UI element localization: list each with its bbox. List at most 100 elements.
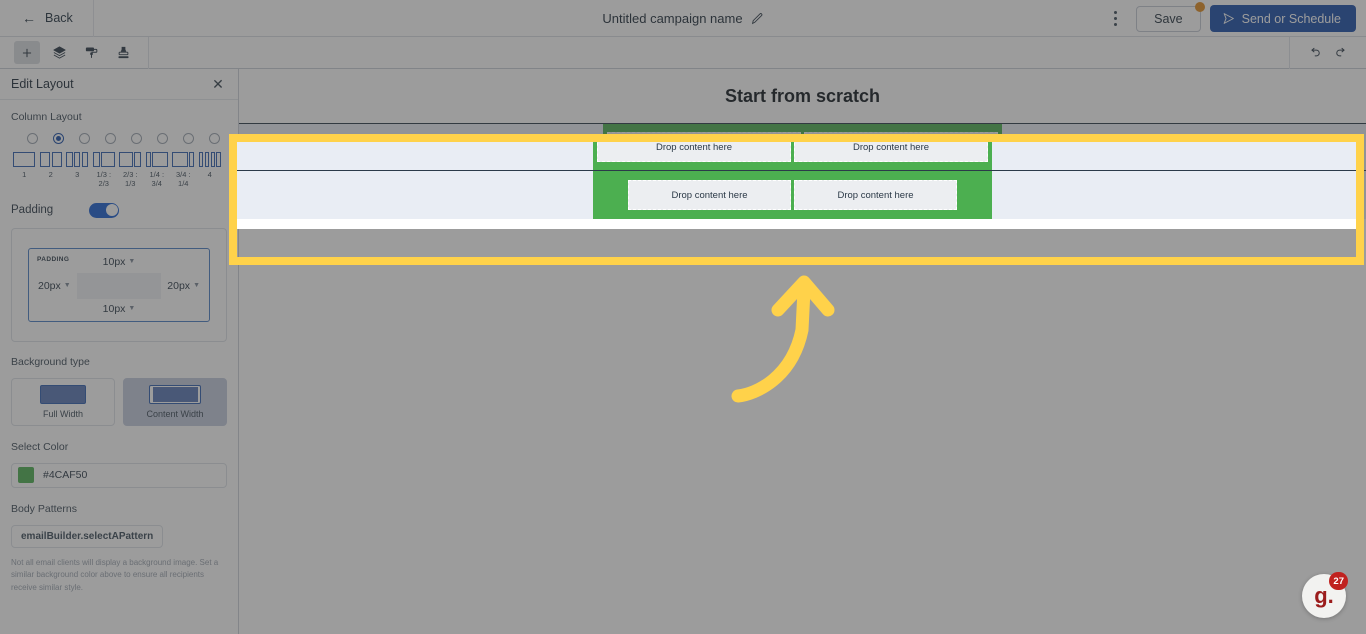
column-layout-thumb[interactable]: [64, 152, 91, 167]
column-layout-label-text: 2: [48, 170, 53, 179]
padding-card: PADDING 10px ▼ 20px ▼ 20px ▼ 10px ▼: [11, 227, 227, 342]
dropzone[interactable]: Drop content here: [804, 180, 967, 210]
column-layout-thumb[interactable]: [91, 152, 118, 167]
column-layout-radio-2[interactable]: [53, 133, 65, 144]
content-width-label: Content Width: [146, 408, 204, 419]
pencil-icon[interactable]: [751, 12, 764, 25]
help-badge-count: 27: [1329, 572, 1348, 590]
column-layout-labels: 1 2 3 1/3 :2/3 2/3 :1/3 1/4 :3/4 3/4 :1/4 4: [11, 170, 227, 189]
column-layout-label-text: 1/4 :3/4: [149, 170, 165, 189]
unsaved-changes-dot: [1194, 1, 1205, 12]
thumb-col: [39, 152, 50, 167]
color-hex-value: #4CAF50: [43, 469, 88, 482]
column-layout-thumb[interactable]: [170, 152, 197, 167]
color-picker-field[interactable]: #4CAF50: [11, 462, 227, 488]
thumb-col: [119, 152, 133, 167]
panel-title: Edit Layout: [11, 77, 74, 91]
thumb-col: [172, 152, 188, 167]
redo-icon[interactable]: [1332, 43, 1352, 63]
layers-button[interactable]: [46, 41, 72, 64]
dropzone[interactable]: Drop content here: [607, 132, 801, 162]
column-layout-radio-1-3-2-3[interactable]: [105, 133, 117, 144]
select-pattern-button[interactable]: emailBuilder.selectAPattern: [11, 524, 164, 548]
thumb-col: [189, 152, 195, 167]
column-layout-label-text: 1: [22, 170, 27, 179]
thumb-col: [210, 152, 215, 167]
dropzone[interactable]: Drop content here: [638, 180, 801, 210]
thumb-col: [216, 152, 221, 167]
column-layout-thumb[interactable]: [38, 152, 65, 167]
canvas-rows: Drop content here Drop content here Drop c…: [239, 123, 1366, 229]
column-layout-radio-4[interactable]: [208, 133, 220, 144]
column-layout-radio-3[interactable]: [79, 133, 91, 144]
send-label: Send or Schedule: [1241, 11, 1341, 26]
paint-roller-button[interactable]: [78, 41, 104, 64]
column-layout-label-text: 4: [207, 170, 212, 179]
chevron-down-icon: ▼: [128, 305, 136, 313]
save-button[interactable]: Save: [1136, 1, 1205, 32]
column-layout-thumb[interactable]: [117, 152, 144, 167]
padding-bottom-value-select[interactable]: 10px ▼: [103, 303, 136, 315]
canvas-row-gap: [239, 219, 1366, 229]
thumb-col: [198, 152, 204, 167]
chevron-down-icon: ▼: [128, 258, 136, 266]
column-layout-label-text: 1/3 :2/3: [96, 170, 112, 189]
content-block[interactable]: Drop content here Drop content here: [603, 171, 1002, 219]
send-or-schedule-button[interactable]: Send or Schedule: [1209, 5, 1356, 32]
dropzone[interactable]: Drop content here: [804, 132, 998, 162]
background-type-full-width[interactable]: Full Width: [11, 377, 115, 426]
stamp-button[interactable]: [110, 41, 136, 64]
background-type-options: Full Width Content Width: [11, 377, 227, 426]
thumb-col: [74, 152, 81, 167]
thumb-col: [51, 152, 62, 167]
radio-cell: [46, 133, 72, 144]
column-layout-thumb[interactable]: [197, 152, 224, 167]
padding-right-value-select[interactable]: 20px ▼: [167, 280, 200, 292]
canvas-header-inner: Start from scratch: [602, 69, 1003, 123]
radio-cell: [149, 133, 175, 144]
back-arrow-icon: ←: [22, 10, 36, 26]
thumb-col: [81, 152, 89, 167]
start-from-scratch-heading: Start from scratch: [724, 85, 881, 106]
padding-toggle[interactable]: [89, 202, 120, 218]
undo-icon[interactable]: [1304, 43, 1324, 63]
padding-left-value: 20px: [38, 279, 61, 292]
column-layout-radio-3-4-1-4[interactable]: [182, 133, 194, 144]
edit-layout-panel: Edit Layout ✕ Column Layout 1 2 3 1/3 :2/3 2…: [0, 69, 239, 634]
top-bar-actions: Save Send or Schedule: [1105, 0, 1356, 37]
body-patterns-note: Not all email clients will display a bac…: [11, 557, 219, 592]
back-button[interactable]: ← Back: [0, 0, 94, 37]
full-width-thumb-icon: [40, 384, 86, 404]
email-row[interactable]: Drop content here Drop content here: [239, 170, 1366, 219]
help-widget[interactable]: g. 27: [1302, 572, 1348, 618]
padding-right-value: 20px: [167, 279, 191, 292]
column-layout-thumb[interactable]: [11, 152, 38, 167]
content-block[interactable]: Drop content here Drop content here: [603, 124, 1002, 170]
column-layout-label-text: 3: [75, 170, 80, 179]
email-row[interactable]: Drop content here Drop content here: [239, 123, 1366, 170]
top-bar: ← Back Untitled campaign name Save Send …: [0, 0, 1366, 37]
column-layout-radio-1[interactable]: [27, 133, 39, 144]
padding-left-value-select[interactable]: 20px ▼: [38, 280, 71, 292]
column-layout-label-text: 2/3 :1/3: [122, 170, 138, 189]
chevron-down-icon: ▼: [193, 282, 200, 290]
background-type-label: Background type: [11, 355, 90, 368]
padding-top-value-select[interactable]: 10px ▼: [103, 256, 136, 268]
column-layout-thumb[interactable]: [144, 152, 171, 167]
panel-header: Edit Layout ✕: [0, 69, 238, 100]
thumb-col: [145, 152, 151, 167]
close-icon[interactable]: ✕: [210, 77, 226, 91]
add-block-button[interactable]: [14, 41, 40, 64]
radio-cell: [72, 133, 98, 144]
email-canvas: Start from scratch Drop content here Drop…: [239, 69, 1366, 634]
background-type-content-width[interactable]: Content Width: [123, 377, 227, 426]
select-color-label: Select Color: [11, 440, 69, 453]
padding-box-tag: PADDING: [37, 255, 70, 263]
column-layout-radios: [11, 133, 227, 144]
column-layout-radio-2-3-1-3[interactable]: [130, 133, 142, 144]
column-layout-label: Column Layout: [11, 111, 82, 123]
canvas-header: Start from scratch: [239, 69, 1366, 123]
kebab-menu-icon[interactable]: [1105, 7, 1125, 31]
column-layout-radio-1-4-3-4[interactable]: [156, 133, 168, 144]
radio-cell: [175, 133, 201, 144]
